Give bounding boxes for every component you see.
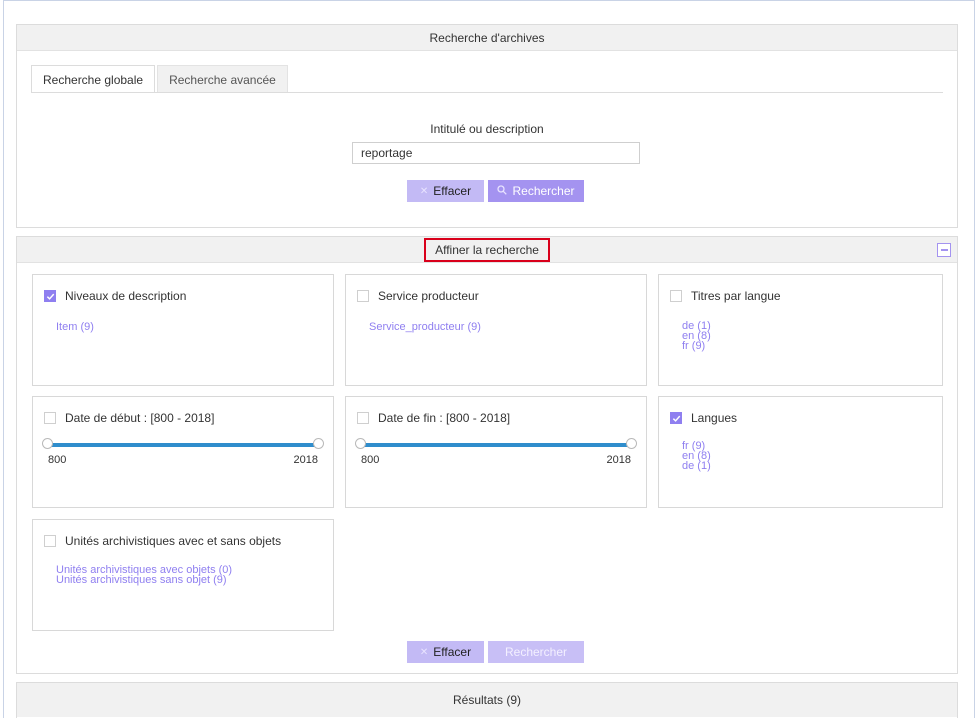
search-label: Rechercher <box>512 184 575 198</box>
check-icon <box>672 415 680 422</box>
end-date-min-value: 800 <box>361 454 380 466</box>
archive-search-header: Recherche d'archives <box>17 25 957 51</box>
facet-languages: Langues fr (9) en (8) de (1) <box>658 396 943 508</box>
facet-producer-service: Service producteur Service_producteur (9… <box>345 274 647 386</box>
facet-titles-by-language: Titres par langue de (1) en (8) fr (9) <box>658 274 943 386</box>
facet-producer-checkbox[interactable] <box>357 290 369 302</box>
title-description-label: Intitulé ou description <box>430 122 544 136</box>
clear-refine-label: Effacer <box>433 645 472 659</box>
facet-end-date: Date de fin : [800 - 2018] 800 2018 <box>345 396 647 508</box>
facet-titles-lang-checkbox[interactable] <box>670 290 682 302</box>
facet-languages-item[interactable]: de (1) <box>682 461 711 472</box>
start-date-min-handle[interactable] <box>42 438 53 449</box>
check-icon <box>46 293 54 300</box>
facet-start-date-title: Date de début : [800 - 2018] <box>65 411 215 425</box>
clear-search-button[interactable]: ✕ Effacer <box>407 180 484 202</box>
archive-search-title: Recherche d'archives <box>429 30 545 45</box>
end-date-min-handle[interactable] <box>355 438 366 449</box>
close-icon: ✕ <box>419 646 429 658</box>
refine-search-panel: Affiner la recherche Niveaux de descript… <box>16 236 958 674</box>
facet-end-date-title: Date de fin : [800 - 2018] <box>378 411 511 425</box>
facet-levels-checkbox[interactable] <box>44 290 56 302</box>
search-button[interactable]: Rechercher <box>488 180 584 202</box>
facet-start-date: Date de début : [800 - 2018] 800 2018 <box>32 396 334 508</box>
facet-levels-item[interactable]: Item (9) <box>56 322 94 333</box>
facet-objects-item[interactable]: Unités archivistiques sans objet (9) <box>56 575 232 586</box>
close-icon: ✕ <box>419 185 429 197</box>
start-date-slider[interactable] <box>42 438 324 449</box>
start-date-min-value: 800 <box>48 454 67 466</box>
facet-levels-title: Niveaux de description <box>65 289 187 303</box>
clear-refine-button[interactable]: ✕ Effacer <box>407 641 484 663</box>
refine-search-header: Affiner la recherche <box>17 237 957 263</box>
end-date-slider[interactable] <box>355 438 637 449</box>
facet-languages-checkbox[interactable] <box>670 412 682 424</box>
results-title: Résultats (9) <box>452 693 522 707</box>
facet-languages-title: Langues <box>691 411 738 425</box>
facet-producer-item[interactable]: Service_producteur (9) <box>369 322 481 333</box>
clear-search-label: Effacer <box>433 184 472 198</box>
facet-start-date-checkbox[interactable] <box>44 412 56 424</box>
refine-search-button[interactable]: Rechercher <box>488 641 584 663</box>
archive-search-panel: Recherche d'archives Recherche globale R… <box>16 24 958 228</box>
tab-global-search[interactable]: Recherche globale <box>31 65 156 93</box>
results-panel: Résultats (9) <box>16 682 958 718</box>
facet-objects-checkbox[interactable] <box>44 535 56 547</box>
tab-advanced-search[interactable]: Recherche avancée <box>157 65 288 93</box>
start-date-max-handle[interactable] <box>313 438 324 449</box>
end-date-max-handle[interactable] <box>626 438 637 449</box>
facet-objects-title: Unités archivistiques avec et sans objet… <box>65 534 282 548</box>
facet-end-date-checkbox[interactable] <box>357 412 369 424</box>
facet-titles-lang-title: Titres par langue <box>691 289 781 303</box>
search-tabs: Recherche globale Recherche avancée <box>31 65 288 93</box>
facet-description-levels: Niveaux de description Item (9) <box>32 274 334 386</box>
end-date-max-value: 2018 <box>606 454 631 466</box>
title-description-input[interactable] <box>352 142 640 164</box>
facet-units-with-without-objects: Unités archivistiques avec et sans objet… <box>32 519 334 631</box>
refine-search-title[interactable]: Affiner la recherche <box>424 237 550 262</box>
results-header[interactable]: Résultats (9) <box>17 683 957 717</box>
tab-divider <box>31 92 943 93</box>
collapse-button[interactable] <box>937 243 951 257</box>
facet-producer-title: Service producteur <box>378 289 479 303</box>
refine-search-label: Rechercher <box>504 645 568 659</box>
facet-titles-lang-item[interactable]: fr (9) <box>682 341 711 352</box>
search-icon <box>497 184 508 198</box>
start-date-max-value: 2018 <box>293 454 318 466</box>
minus-icon <box>940 249 948 251</box>
